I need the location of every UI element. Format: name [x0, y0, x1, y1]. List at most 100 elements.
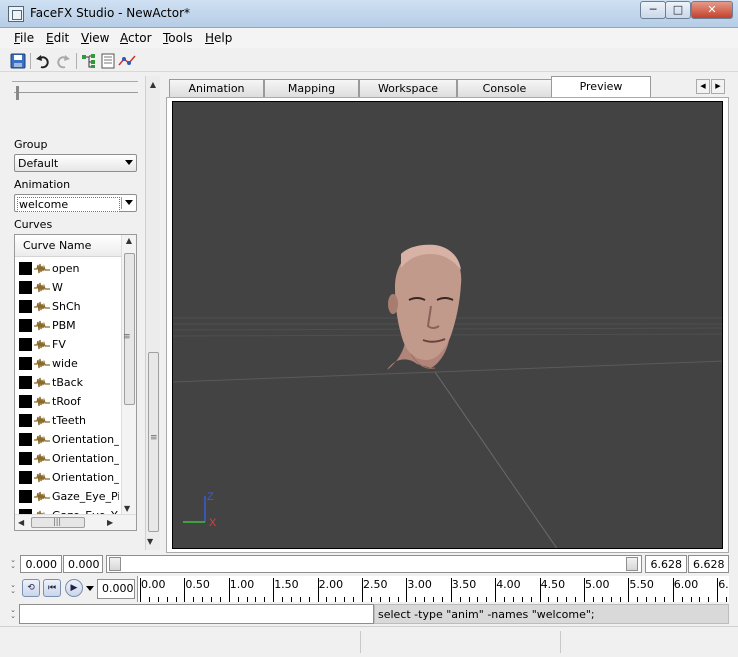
curve-color-swatch[interactable]	[19, 300, 32, 313]
curve-row[interactable]: Orientation_	[19, 468, 119, 487]
curve-color-swatch[interactable]	[19, 414, 32, 427]
ruler-tick	[601, 597, 603, 602]
curve-row[interactable]: Orientation_	[19, 449, 119, 468]
slider-track[interactable]	[14, 92, 138, 93]
play-button[interactable]: ▶	[65, 579, 83, 597]
document-icon[interactable]	[99, 52, 117, 70]
curve-color-swatch[interactable]	[19, 376, 32, 389]
range-start-field[interactable]: 0.000	[20, 555, 62, 573]
menu-actor[interactable]: Actor	[120, 31, 152, 45]
grid-axis-line	[434, 371, 558, 548]
curve-color-swatch[interactable]	[19, 452, 32, 465]
scroll-left-icon[interactable]: ◀	[18, 517, 24, 529]
loop-button[interactable]: ⟲	[22, 579, 40, 597]
curve-color-swatch[interactable]	[19, 471, 32, 484]
tab-preview[interactable]: Preview	[551, 76, 651, 98]
panel-vscrollbar[interactable]: ▲ ▼	[145, 76, 160, 550]
command-input[interactable]	[19, 604, 374, 624]
scroll-up-icon[interactable]: ▲	[146, 79, 160, 91]
range-end-field[interactable]: 0.000	[63, 555, 103, 573]
maximize-button[interactable]: □	[665, 1, 691, 19]
node-tree-icon[interactable]	[80, 52, 98, 70]
slider-handle[interactable]	[16, 86, 19, 100]
menu-help[interactable]: Help	[205, 31, 232, 45]
curve-row[interactable]: W	[19, 278, 119, 297]
save-icon[interactable]	[9, 52, 27, 70]
scroll-thumb[interactable]	[124, 253, 135, 405]
curve-row[interactable]: Gaze_Eye_Pi	[19, 487, 119, 506]
range-thumb-right[interactable]	[626, 557, 638, 571]
range-thumb-left[interactable]	[109, 557, 121, 571]
menu-view[interactable]: View	[81, 31, 109, 45]
ruler-tick	[326, 597, 328, 602]
curve-tool-icon[interactable]	[118, 52, 136, 70]
time-range-slider[interactable]	[106, 555, 642, 573]
group-dropdown[interactable]: Default	[14, 154, 137, 172]
tab-console[interactable]: Console	[457, 79, 552, 98]
curve-list-vscrollbar[interactable]: ▲ ≡ ▼	[121, 235, 136, 515]
grip-icon[interactable]: ⌄ ⌄	[8, 607, 18, 620]
curve-color-swatch[interactable]	[19, 395, 32, 408]
current-time-field[interactable]: 0.000	[97, 579, 135, 599]
curve-name: tTeeth	[52, 414, 86, 427]
ruler-label: 4.50	[540, 578, 566, 591]
ruler-tick	[193, 597, 195, 602]
curve-row[interactable]: Orientation_	[19, 430, 119, 449]
close-button[interactable]: ✕	[691, 1, 733, 19]
ruler-tick	[157, 597, 159, 602]
curve-row[interactable]: PBM	[19, 316, 119, 335]
waveform-icon	[34, 377, 50, 388]
grip-icon[interactable]: ⌄ ⌄	[8, 582, 18, 595]
ruler-tick	[663, 597, 665, 602]
curve-row[interactable]: wide	[19, 354, 119, 373]
animation-dropdown[interactable]: welcome	[14, 194, 137, 212]
scroll-up-icon[interactable]: ▲	[122, 235, 136, 247]
curve-list[interactable]: Curve Name open W ShCh PBM FV wide tBack tRoof t…	[14, 234, 137, 531]
scroll-thumb[interactable]	[148, 352, 159, 532]
ruler-label: 6.5	[718, 578, 729, 591]
scroll-right-icon[interactable]: ▶	[107, 517, 113, 529]
ruler-label: 0.00	[141, 578, 166, 591]
curve-color-swatch[interactable]	[19, 262, 32, 275]
curve-row[interactable]: ShCh	[19, 297, 119, 316]
curve-row[interactable]: tRoof	[19, 392, 119, 411]
tab-animation[interactable]: Animation	[169, 79, 264, 98]
chevron-down-icon[interactable]	[86, 586, 94, 591]
tab-scroll-left-icon[interactable]: ◀	[696, 79, 710, 94]
undo-icon[interactable]	[34, 52, 52, 70]
redo-icon[interactable]	[54, 52, 72, 70]
curve-color-swatch[interactable]	[19, 490, 32, 503]
tab-scroll-right-icon[interactable]: ▶	[711, 79, 725, 94]
curve-color-swatch[interactable]	[19, 281, 32, 294]
end-time-field-2[interactable]: 6.628	[688, 555, 729, 573]
end-time-field[interactable]: 6.628	[645, 555, 687, 573]
tab-workspace[interactable]: Workspace	[359, 79, 457, 98]
curve-color-swatch[interactable]	[19, 357, 32, 370]
ruler-tick	[548, 597, 550, 602]
curve-color-swatch[interactable]	[19, 433, 32, 446]
curve-color-swatch[interactable]	[19, 319, 32, 332]
minimize-button[interactable]: ─	[640, 1, 666, 19]
tab-mapping[interactable]: Mapping	[264, 79, 359, 98]
curve-row[interactable]: tTeeth	[19, 411, 119, 430]
grip-icon[interactable]: ⌄ ⌄	[8, 557, 18, 570]
curve-row[interactable]: FV	[19, 335, 119, 354]
waveform-icon	[34, 415, 50, 426]
ruler-tick	[353, 597, 355, 602]
ruler-tick	[459, 597, 461, 602]
scroll-down-icon[interactable]: ▼	[147, 536, 153, 548]
timeline-ruler[interactable]: 0.00 0.50 1.00 1.50 2.00 2.50 3.00 3.50 4.00 4.50…	[137, 576, 729, 602]
curve-list-hscrollbar[interactable]: ◀ ||| ▶	[15, 514, 136, 530]
menu-tools[interactable]: Tools	[163, 31, 193, 45]
menu-file[interactable]: File	[14, 31, 34, 45]
curve-color-swatch[interactable]	[19, 338, 32, 351]
grip-icon: |||	[53, 517, 62, 526]
curve-name-column-header[interactable]: Curve Name	[15, 235, 121, 257]
rewind-button[interactable]: ⏮	[43, 579, 61, 597]
curve-row[interactable]: open	[19, 259, 119, 278]
grid-axis-line	[173, 360, 722, 383]
ruler-tick	[219, 597, 221, 602]
menu-edit[interactable]: Edit	[46, 31, 69, 45]
preview-viewport[interactable]: Z X	[172, 101, 723, 549]
curve-row[interactable]: tBack	[19, 373, 119, 392]
